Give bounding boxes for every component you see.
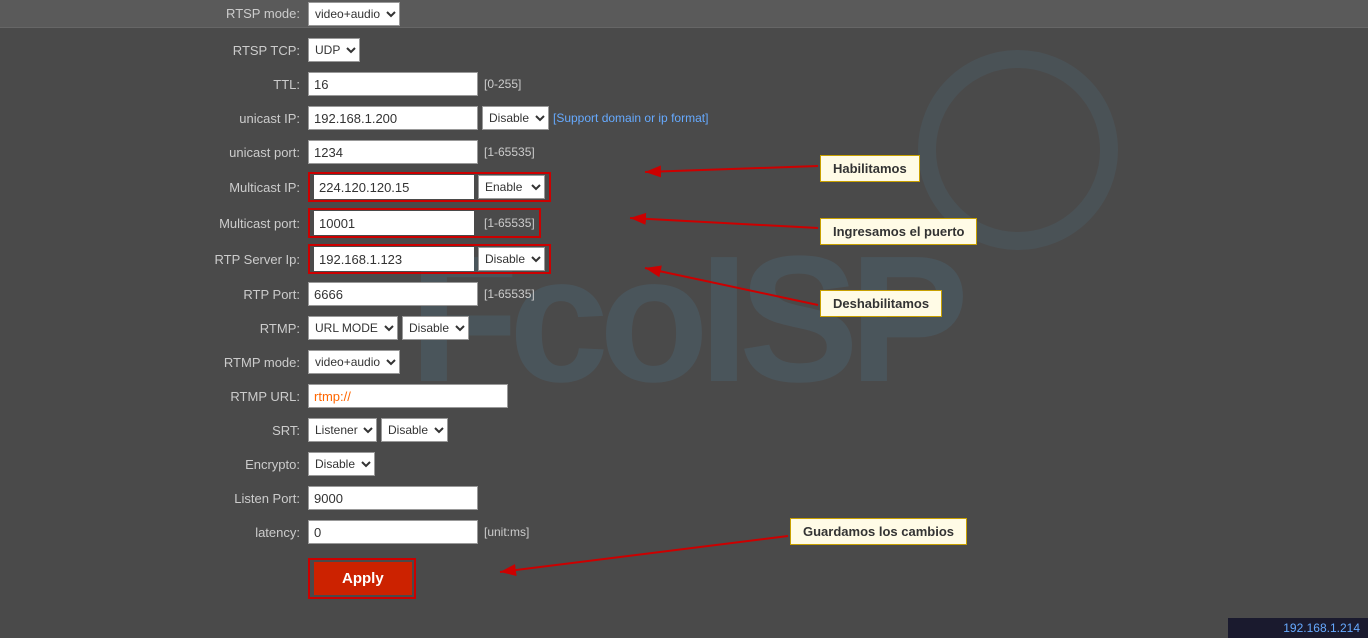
rtmp-mode-select[interactable]: URL MODE [308,316,398,340]
srt-label: SRT: [160,423,300,438]
form-area: RTSP TCP: UDPTCP TTL: [0-255] unicast IP… [0,28,1368,638]
latency-input[interactable] [308,520,478,544]
listen-port-row: Listen Port: [160,484,1368,512]
encrypto-label: Encrypto: [160,457,300,472]
annotation-deshabilitamos: Deshabilitamos [820,290,942,317]
rtsp-mode-label: RTSP mode: [160,6,300,21]
rtp-port-label: RTP Port: [160,287,300,302]
multicast-port-hint: [1-65535] [484,216,535,230]
rtmp-url-label: RTMP URL: [160,389,300,404]
latency-label: latency: [160,525,300,540]
annotation-habilitamos: Habilitamos [820,155,920,182]
listen-port-label: Listen Port: [160,491,300,506]
rtp-server-ip-row: RTP Server Ip: DisableEnable [160,244,1368,274]
rtmp-enable-select[interactable]: DisableEnable [402,316,469,340]
rtsp-tcp-select[interactable]: UDPTCP [308,38,360,62]
listen-port-input[interactable] [308,486,478,510]
multicast-ip-input[interactable] [314,175,474,199]
unicast-ip-input[interactable] [308,106,478,130]
rtmp-row: RTMP: URL MODE DisableEnable [160,314,1368,342]
rtsp-tcp-row: RTSP TCP: UDPTCP [160,36,1368,64]
main-container: RTSP mode: video+audio RTSP TCP: UDPTCP … [0,0,1368,638]
srt-enable-select[interactable]: DisableEnable [381,418,448,442]
rtp-server-ip-label: RTP Server Ip: [160,252,300,267]
latency-row: latency: [unit:ms] [160,518,1368,546]
multicast-ip-label: Multicast IP: [160,180,300,195]
encrypto-row: Encrypto: DisableEnable [160,450,1368,478]
unicast-port-input[interactable] [308,140,478,164]
rtmp-url-input[interactable] [308,384,508,408]
unicast-ip-hint: [Support domain or ip format] [553,111,708,125]
rtmp-mode-row: RTMP mode: video+audiovideoaudio [160,348,1368,376]
unicast-port-hint: [1-65535] [484,145,535,159]
rtp-port-row: RTP Port: [1-65535] [160,280,1368,308]
annotation-guardamos: Guardamos los cambios [790,518,967,545]
rtp-server-ip-input[interactable] [314,247,474,271]
rtmp-url-row: RTMP URL: [160,382,1368,410]
rtsp-tcp-label: RTSP TCP: [160,43,300,58]
apply-button[interactable]: Apply [314,562,412,595]
srt-row: SRT: ListenerCaller DisableEnable [160,416,1368,444]
rtp-server-ip-highlight: DisableEnable [308,244,551,274]
rtp-port-hint: [1-65535] [484,287,535,301]
multicast-ip-highlight: DisableEnable [308,172,551,202]
encrypto-select[interactable]: DisableEnable [308,452,375,476]
multicast-port-highlight: [1-65535] [308,208,541,238]
unicast-port-label: unicast port: [160,145,300,160]
apply-border-box: Apply [308,558,416,599]
ttl-hint: [0-255] [484,77,521,91]
ttl-label: TTL: [160,77,300,92]
ttl-input[interactable] [308,72,478,96]
multicast-port-row: Multicast port: [1-65535] [160,208,1368,238]
unicast-port-row: unicast port: [1-65535] [160,138,1368,166]
rtsp-mode-select[interactable]: video+audio [308,2,400,26]
unicast-ip-label: unicast IP: [160,111,300,126]
rtp-port-input[interactable] [308,282,478,306]
top-partial-row: RTSP mode: video+audio [0,0,1368,28]
multicast-port-input[interactable] [314,211,474,235]
rtmp-mode-label: RTMP mode: [160,355,300,370]
annotation-ingresamos: Ingresamos el puerto [820,218,977,245]
latency-hint: [unit:ms] [484,525,529,539]
multicast-ip-row: Multicast IP: DisableEnable [160,172,1368,202]
ttl-row: TTL: [0-255] [160,70,1368,98]
rtp-server-ip-select[interactable]: DisableEnable [478,247,545,271]
srt-mode-select[interactable]: ListenerCaller [308,418,377,442]
multicast-ip-select[interactable]: DisableEnable [478,175,545,199]
unicast-ip-row: unicast IP: DisableEnable [Support domai… [160,104,1368,132]
rtmp-mode-select2[interactable]: video+audiovideoaudio [308,350,400,374]
unicast-ip-select[interactable]: DisableEnable [482,106,549,130]
apply-wrapper-outer: Apply [160,554,1368,599]
multicast-port-label: Multicast port: [160,216,300,231]
rtmp-label: RTMP: [160,321,300,336]
